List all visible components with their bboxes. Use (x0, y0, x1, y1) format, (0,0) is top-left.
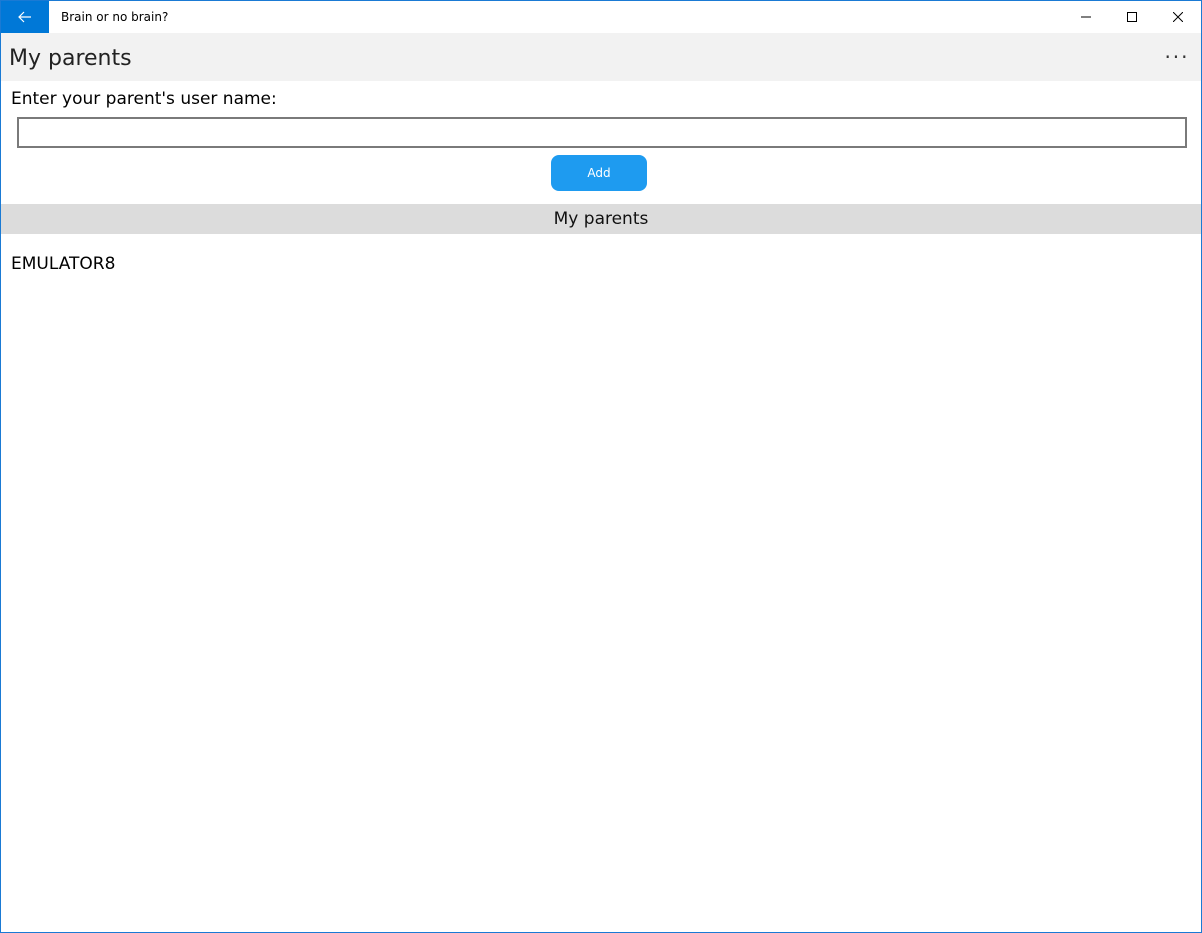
section-header: My parents (1, 204, 1201, 234)
app-title: Brain or no brain? (61, 10, 169, 24)
maximize-icon (1127, 12, 1137, 22)
maximize-button[interactable] (1109, 1, 1155, 33)
add-button[interactable]: Add (551, 155, 647, 191)
list-item[interactable]: EMULATOR8 (1, 249, 1201, 279)
close-button[interactable] (1155, 1, 1201, 33)
minimize-button[interactable] (1063, 1, 1109, 33)
page-title: My parents (9, 46, 132, 71)
minimize-icon (1081, 12, 1091, 22)
close-icon (1173, 12, 1183, 22)
parent-list: EMULATOR8 (1, 249, 1201, 279)
parent-username-input[interactable] (17, 117, 1187, 148)
back-button[interactable] (1, 1, 49, 33)
title-bar: Brain or no brain? (1, 1, 1201, 33)
more-options-button[interactable]: ··· (1157, 39, 1197, 75)
arrow-left-icon (18, 11, 32, 23)
page-header: My parents ··· (1, 33, 1201, 81)
username-prompt-label: Enter your parent's user name: (11, 89, 277, 109)
app-window: Brain or no brain? My parents ··· Enter … (0, 0, 1202, 933)
